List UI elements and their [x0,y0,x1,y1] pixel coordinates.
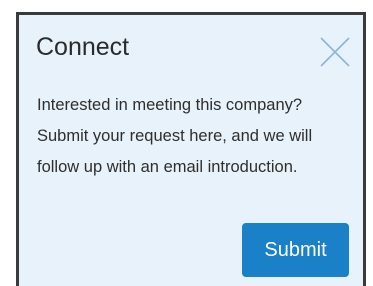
connect-dialog: Connect Interested in meeting this compa… [16,12,366,286]
submit-button[interactable]: Submit [242,223,349,277]
close-icon [320,37,350,67]
close-button[interactable] [319,36,351,68]
dialog-title: Connect [36,33,130,61]
dialog-description: Interested in meeting this company? Subm… [37,96,313,176]
